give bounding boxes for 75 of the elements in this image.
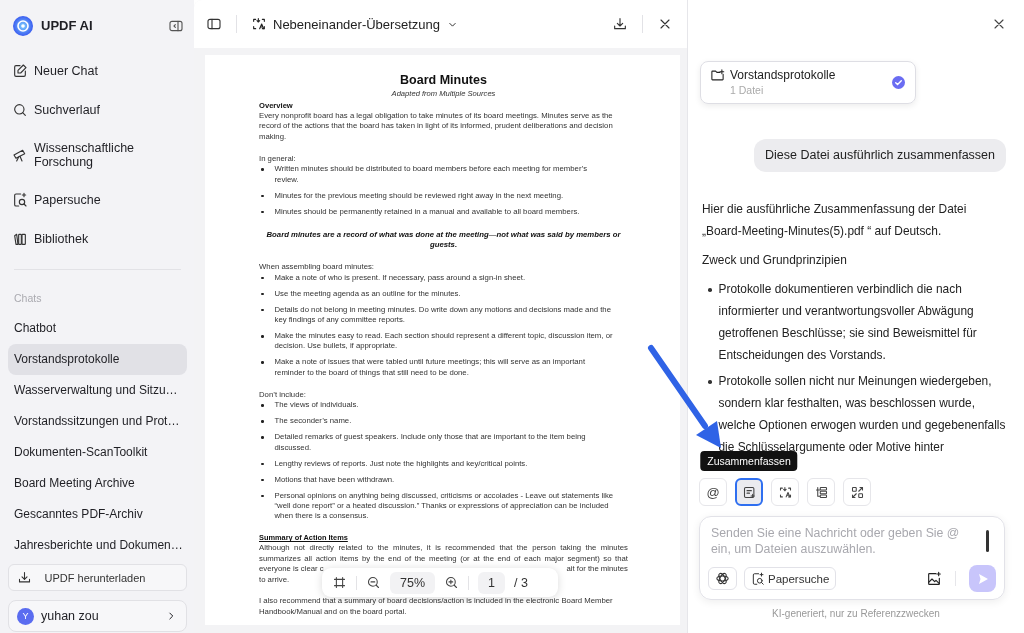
zoom-out-icon[interactable]: [366, 575, 381, 590]
bullet-icon: [261, 308, 264, 312]
download-icon[interactable]: [612, 16, 628, 32]
brand-name: UPDF AI: [41, 18, 93, 33]
bullet-icon: [261, 292, 264, 296]
chat-item[interactable]: Vorstandsprotokolle: [8, 344, 187, 375]
file-count: 1 Datei: [730, 83, 765, 97]
atom-button[interactable]: [708, 567, 737, 590]
page-number-field[interactable]: 1: [478, 571, 505, 594]
chat-item[interactable]: Jahresberichte und Dokumen…: [8, 530, 187, 561]
answer-paragraph: Zweck und Grundprinzipien: [702, 252, 848, 269]
bullet-icon: [261, 436, 264, 439]
folder-name: Vorstandsprotokolle: [730, 68, 837, 83]
scrollbar: [986, 530, 989, 552]
mention-button[interactable]: @: [699, 478, 727, 506]
bullet-icon: [261, 462, 264, 466]
bullet-icon: [261, 494, 264, 498]
answer-list-item: Protokolle dokumentieren verbindlich die nach informierter und verantwortungsvoller Abwägung getroffenen Beschlüsse; sie sind Beweismittel für Entscheidungen des Vorstands.: [718, 281, 978, 364]
note-sparkle-icon: [741, 484, 757, 500]
tool-button[interactable]: [735, 478, 763, 506]
message-field[interactable]: Senden Sie eine Nachricht oder geben Sie @ ein, um Dateien auszuwählen. Papersuche: [699, 516, 1005, 600]
user-profile[interactable]: Y yuhan zou: [8, 600, 187, 632]
image-sparkle-icon: [926, 570, 942, 587]
edit-icon: [12, 62, 28, 79]
chat-item[interactable]: Board Meeting Archive: [8, 468, 187, 499]
translate-icon: [777, 484, 793, 500]
download-button[interactable]: UPDF herunterladen: [8, 564, 187, 591]
document-search-icon: [12, 191, 28, 208]
logo-icon: [13, 15, 33, 36]
nav-item[interactable]: Neuer Chat: [8, 51, 187, 90]
avatar: Y: [17, 607, 34, 625]
chat-item[interactable]: Gescanntes PDF-Archiv: [8, 499, 187, 530]
disclaimer: KI-generiert, nur zu Referenzzwecken: [771, 608, 941, 619]
mode-dropdown[interactable]: Nebeneinander-Übersetzung: [251, 16, 459, 32]
folder-card[interactable]: Vorstandsprotokolle 1 Datei: [700, 61, 916, 104]
atom-icon: [715, 571, 730, 586]
list-outline-icon: [813, 484, 829, 500]
bullet-icon: [261, 361, 264, 364]
folder-icon: [710, 68, 725, 83]
fit-page-icon[interactable]: [332, 575, 347, 590]
answer-paragraph: Hier die ausführliche Zusammenfassung der Datei „Board-Meeting-Minutes(5).pdf “ auf Deutsch.: [702, 201, 968, 240]
document-title: Board Minutes: [399, 72, 488, 88]
bullet-icon: [261, 404, 264, 407]
send-icon: [976, 572, 989, 585]
nav-item[interactable]: Bibliothek: [8, 219, 187, 258]
translate-icon: [251, 16, 267, 32]
download-icon: [17, 570, 32, 585]
bullet-icon: [261, 420, 264, 423]
zoom-in-icon[interactable]: [444, 575, 460, 590]
bullet-icon: [261, 168, 264, 171]
convert-icon: [849, 484, 865, 500]
bullet-icon: [261, 478, 264, 482]
user-message: Diese Datei ausführlich zusammenfassen: [754, 139, 1006, 172]
section-label: Chats: [13, 291, 43, 306]
chat-item[interactable]: Chatbot: [8, 313, 187, 344]
bullet-icon: [261, 276, 264, 280]
document-search-icon: [751, 571, 765, 586]
bullet-icon: [261, 335, 264, 338]
nav-item[interactable]: Suchverlauf: [8, 90, 187, 129]
bullet-icon: [708, 288, 712, 292]
chat-item[interactable]: Dokumenten-ScanToolkit: [8, 437, 187, 468]
bullet-icon: [261, 194, 264, 198]
tooltip: Zusammenfassen: [700, 451, 798, 471]
chat-item[interactable]: Wasserverwaltung und Sitzu…: [8, 375, 187, 406]
bullet-icon: [708, 380, 712, 384]
page-count: / 3: [514, 575, 528, 590]
nav-item[interactable]: Papersuche: [8, 180, 187, 219]
nav-item[interactable]: Wissenschaftliche Forschung: [8, 129, 187, 180]
sidebar-toggle-icon[interactable]: [206, 16, 222, 32]
user-name: yuhan zou: [41, 609, 100, 623]
chat-item[interactable]: Vorstandssitzungen und Prot…: [8, 406, 187, 437]
search-icon: [12, 101, 28, 118]
paper-search-button[interactable]: Papersuche: [744, 567, 837, 590]
bullet-icon: [261, 210, 264, 214]
zoom-level[interactable]: 75%: [390, 571, 436, 594]
